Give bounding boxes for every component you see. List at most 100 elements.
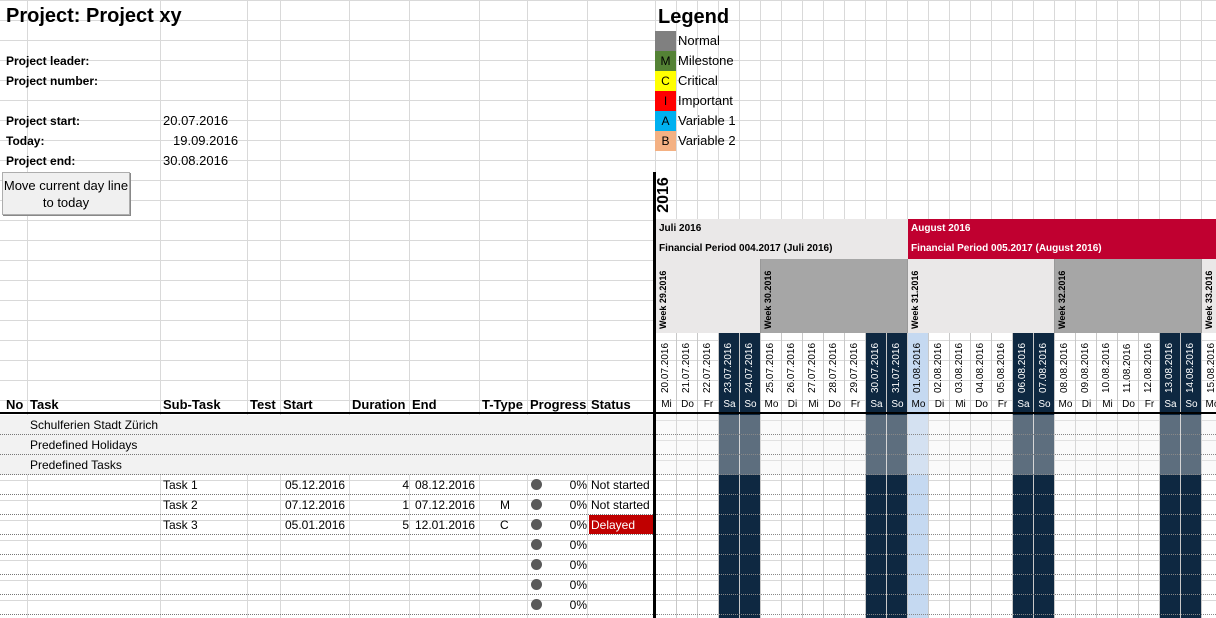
date-label: 30.07.2016 xyxy=(870,342,881,393)
end-date: 08.12.2016 xyxy=(415,478,476,492)
gantt-sheet: Project: Project xy Project leader: Proj… xyxy=(0,0,1216,618)
progress-indicator-icon xyxy=(531,559,542,570)
project-number-label: Project number: xyxy=(6,74,99,88)
table-timeline-divider xyxy=(653,172,656,618)
timeline-row[interactable] xyxy=(656,535,1216,555)
timeline-row[interactable] xyxy=(656,495,1216,515)
legend-swatch: M xyxy=(655,51,676,71)
start-date: 05.12.2016 xyxy=(285,478,346,492)
timeline-row[interactable] xyxy=(656,575,1216,595)
progress-value: 0% xyxy=(569,578,587,592)
timeline-row[interactable] xyxy=(656,555,1216,575)
move-current-day-button[interactable]: Move current day line to today xyxy=(2,172,130,215)
status-text: Not started xyxy=(591,498,650,512)
task-name: Predefined Tasks xyxy=(30,458,122,472)
subtask-name: Task 3 xyxy=(163,518,198,532)
date-label: 05.08.2016 xyxy=(996,342,1007,393)
timeline-row[interactable] xyxy=(656,455,1216,475)
task-name: Schulferien Stadt Zürich xyxy=(30,418,159,432)
progress-indicator-icon xyxy=(531,519,542,530)
status-delayed-badge: Delayed xyxy=(589,515,653,534)
table-row[interactable]: 0% xyxy=(0,595,655,615)
date-label: 29.07.2016 xyxy=(849,342,860,393)
status-text: Not started xyxy=(591,478,650,492)
legend-label: Variable 1 xyxy=(678,113,736,128)
week-band: Week 32.2016 xyxy=(1055,259,1202,333)
start-date: 05.01.2016 xyxy=(285,518,346,532)
duration: 4 xyxy=(402,478,409,492)
duration: 1 xyxy=(402,498,409,512)
subtask-name: Task 2 xyxy=(163,498,198,512)
legend-label: Important xyxy=(678,93,733,108)
date-label: 13.08.2016 xyxy=(1164,342,1175,393)
legend-swatch xyxy=(655,31,676,51)
date-label: 20.07.2016 xyxy=(660,342,671,393)
date-label: 25.07.2016 xyxy=(765,342,776,393)
financial-period-band: Financial Period 005.2017 (August 2016) xyxy=(908,239,1216,259)
date-label: 26.07.2016 xyxy=(786,342,797,393)
timeline-row[interactable] xyxy=(656,415,1216,435)
table-row[interactable]: Task 2 07.12.2016 1 07.12.2016 M 0% Not starte… xyxy=(0,495,655,515)
legend-title: Legend xyxy=(658,6,730,28)
date-label: 22.07.2016 xyxy=(702,342,713,393)
end-date: 07.12.2016 xyxy=(415,498,476,512)
timeline-row[interactable] xyxy=(656,595,1216,615)
today-label: Today: xyxy=(6,134,45,148)
progress-indicator-icon xyxy=(531,539,542,550)
legend-label: Variable 2 xyxy=(678,133,736,148)
date-label: 11.08.2016 xyxy=(1122,343,1133,393)
date-label: 31.07.2016 xyxy=(891,342,902,393)
legend-label: Milestone xyxy=(678,53,734,68)
date-label: 02.08.2016 xyxy=(933,342,944,393)
project-start-label: Project start: xyxy=(6,114,81,128)
date-label: 06.08.2016 xyxy=(1017,342,1028,393)
timeline-row[interactable] xyxy=(656,515,1216,535)
legend-label: Critical xyxy=(678,73,718,88)
duration: 5 xyxy=(402,518,409,532)
legend-label: Normal xyxy=(678,33,720,48)
today-value[interactable]: 19.09.2016 xyxy=(173,131,238,151)
date-label: 08.08.2016 xyxy=(1059,342,1070,393)
date-label: 03.08.2016 xyxy=(954,342,965,393)
year-label: 2016 xyxy=(654,177,672,213)
end-date: 12.01.2016 xyxy=(415,518,476,532)
date-label: 10.08.2016 xyxy=(1101,342,1112,393)
header-divider xyxy=(0,412,1216,414)
progress-value: 0% xyxy=(569,538,587,552)
table-row[interactable]: 0% xyxy=(0,575,655,595)
date-label: 14.08.2016 xyxy=(1185,342,1196,393)
progress-value: 0% xyxy=(569,478,587,492)
timeline-row[interactable] xyxy=(656,475,1216,495)
legend-swatch: I xyxy=(655,91,676,111)
date-label: 23.07.2016 xyxy=(723,342,734,393)
progress-value: 0% xyxy=(569,558,587,572)
date-label: 28.07.2016 xyxy=(828,342,839,393)
progress-indicator-icon xyxy=(531,579,542,590)
date-label: 12.08.2016 xyxy=(1143,342,1154,393)
week-band: Week 31.2016 xyxy=(908,259,1055,333)
legend-swatch: B xyxy=(655,131,676,151)
legend-swatch: C xyxy=(655,71,676,91)
progress-value: 0% xyxy=(569,598,587,612)
table-row[interactable]: Predefined Tasks xyxy=(0,455,655,475)
table-row[interactable]: Predefined Holidays xyxy=(0,435,655,455)
date-label: 04.08.2016 xyxy=(975,342,986,393)
date-label: 07.08.2016 xyxy=(1038,342,1049,393)
table-row[interactable]: Task 1 05.12.2016 4 08.12.2016 0% Not started xyxy=(0,475,655,495)
progress-indicator-icon xyxy=(531,499,542,510)
project-leader-label: Project leader: xyxy=(6,54,90,68)
financial-period-band: Financial Period 004.2017 (Juli 2016) xyxy=(656,239,908,259)
table-row[interactable]: 0% xyxy=(0,555,655,575)
table-row[interactable]: Task 3 05.01.2016 5 12.01.2016 C 0% Delayed xyxy=(0,515,655,535)
week-band: Week 30.2016 xyxy=(761,259,908,333)
table-row[interactable]: 0% xyxy=(0,535,655,555)
project-end-label: Project end: xyxy=(6,154,76,168)
date-label: 09.08.2016 xyxy=(1080,342,1091,393)
timeline-row[interactable] xyxy=(656,435,1216,455)
project-end-value[interactable]: 30.08.2016 xyxy=(163,151,228,171)
table-row[interactable]: Schulferien Stadt Zürich xyxy=(0,415,655,435)
project-start-value[interactable]: 20.07.2016 xyxy=(163,111,228,131)
date-label: 21.07.2016 xyxy=(681,342,692,393)
date-label: 01.08.2016 xyxy=(912,342,923,393)
task-type: C xyxy=(500,518,509,532)
